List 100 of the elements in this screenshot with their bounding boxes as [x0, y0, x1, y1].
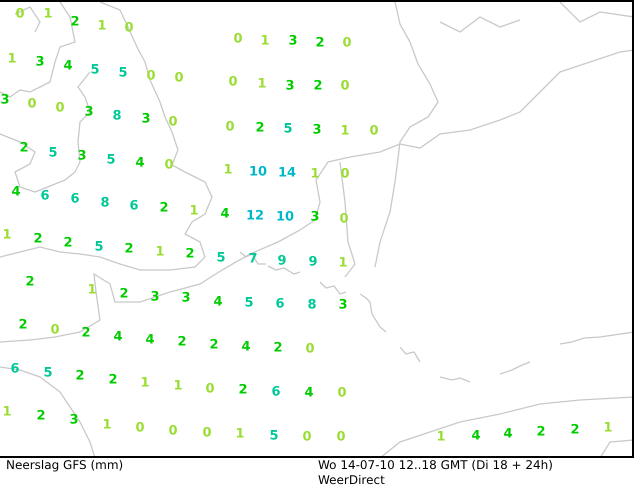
precipitation-value: 2	[63, 236, 73, 250]
precipitation-value: 1	[340, 124, 350, 138]
forecast-time: Wo 14-07-10 12..18 GMT (Di 18 + 24h)	[318, 458, 553, 473]
precipitation-value: 4	[113, 330, 123, 344]
precipitation-value: 4	[135, 156, 145, 170]
precipitation-value: 0	[146, 70, 156, 82]
precipitation-value: 6	[271, 386, 281, 398]
precipitation-value: 1	[436, 430, 446, 444]
precipitation-value: 2	[185, 248, 195, 260]
precipitation-value: 4	[63, 60, 73, 72]
precipitation-value: 3	[35, 56, 45, 68]
precipitation-value: 7	[248, 252, 258, 266]
precipitation-value: 0	[15, 8, 25, 20]
precipitation-value: 2	[177, 336, 187, 348]
precipitation-value: 3	[181, 292, 191, 304]
precipitation-value: 3	[312, 124, 322, 136]
precipitation-value: 0	[202, 426, 212, 440]
precipitation-value: 1	[2, 228, 12, 242]
precipitation-value: 4	[145, 334, 155, 346]
precipitation-value: 2	[209, 338, 219, 352]
precipitation-value: 1	[310, 168, 320, 180]
map-title: Neerslag GFS (mm)	[6, 458, 124, 472]
precipitation-value: 6	[40, 190, 50, 202]
precipitation-value: 1	[235, 428, 245, 440]
precipitation-value: 1	[338, 256, 348, 270]
precipitation-value: 0	[205, 382, 215, 396]
precipitation-value: 4	[220, 208, 230, 220]
precipitation-value: 2	[108, 374, 118, 386]
precipitation-value: 2	[238, 384, 248, 396]
precipitation-value: 1	[260, 34, 270, 48]
precipitation-value: 1	[102, 418, 112, 432]
precipitation-value: 3	[141, 112, 151, 126]
precipitation-value: 3	[285, 80, 295, 92]
precipitation-value: 4	[241, 340, 251, 354]
precipitation-value: 5	[90, 64, 100, 76]
precipitation-value: 5	[216, 252, 226, 264]
precipitation-value: 2	[70, 16, 80, 28]
precipitation-value: 0	[228, 76, 238, 88]
precipitation-value: 1	[2, 406, 12, 418]
precipitation-value: 2	[315, 36, 325, 50]
precipitation-value: 2	[81, 326, 91, 340]
precipitation-value: 2	[25, 276, 35, 288]
precipitation-value: 1	[189, 204, 199, 218]
precipitation-value: 1	[223, 164, 233, 176]
precipitation-value: 0	[337, 386, 347, 400]
precipitation-value: 8	[100, 196, 110, 210]
precipitation-value: 4	[11, 186, 21, 198]
precipitation-value: 5	[106, 154, 116, 166]
precipitation-value: 1	[155, 246, 165, 258]
precipitation-value: 0	[27, 98, 37, 110]
precipitation-value: 0	[124, 22, 134, 34]
precipitation-value: 3	[288, 34, 298, 48]
precipitation-value: 2	[313, 80, 323, 92]
precipitation-value: 2	[273, 342, 283, 354]
precipitation-value: 0	[339, 212, 349, 226]
precipitation-value: 2	[536, 426, 546, 438]
precipitation-value: 0	[164, 158, 174, 172]
precipitation-value: 0	[302, 430, 312, 444]
precipitation-value: 4	[213, 296, 223, 308]
precipitation-value: 1	[257, 78, 267, 90]
precipitation-value: 0	[340, 80, 350, 92]
precipitation-value: 0	[336, 430, 346, 444]
precipitation-value: 3	[69, 414, 79, 426]
precipitation-value: 12	[246, 210, 264, 222]
precipitation-value: 2	[119, 288, 129, 300]
precipitation-value: 5	[269, 430, 279, 442]
precipitation-value: 3	[0, 94, 10, 106]
precipitation-value: 1	[140, 376, 150, 390]
precipitation-value: 0	[168, 116, 178, 128]
precipitation-value: 0	[305, 342, 315, 356]
precipitation-value: 0	[135, 422, 145, 434]
precipitation-value: 3	[77, 150, 87, 162]
precipitation-value: 9	[277, 254, 287, 268]
precipitation-value: 2	[75, 370, 85, 382]
precipitation-value: 0	[340, 168, 350, 180]
precipitation-value: 2	[124, 242, 134, 256]
precipitation-value: 0	[50, 324, 60, 336]
precipitation-value: 6	[70, 192, 80, 206]
precipitation-value: 0	[342, 36, 352, 50]
precipitation-value: 3	[84, 106, 94, 118]
precipitation-value: 2	[36, 410, 46, 422]
precipitation-value: 1	[97, 20, 107, 32]
precipitation-value: 3	[150, 290, 160, 304]
precipitation-value: 8	[307, 298, 317, 312]
precipitation-value: 2	[33, 232, 43, 246]
precipitation-value: 1	[7, 52, 17, 66]
precipitation-value: 2	[18, 318, 28, 332]
source-label: WeerDirect	[318, 473, 386, 488]
precipitation-value: 0	[225, 120, 235, 134]
precipitation-value: 8	[112, 110, 122, 122]
precipitation-value: 3	[310, 210, 320, 224]
precipitation-value: 5	[118, 66, 128, 80]
precipitation-value: 6	[129, 200, 139, 212]
precipitation-value: 10	[248, 166, 268, 178]
precipitation-value: 2	[159, 202, 169, 214]
precipitation-value: 0	[369, 124, 379, 138]
precipitation-value: 2	[570, 424, 580, 436]
precipitation-value: 1	[87, 284, 97, 296]
precipitation-value: 14	[278, 166, 296, 180]
precipitation-value: 0	[168, 424, 178, 438]
